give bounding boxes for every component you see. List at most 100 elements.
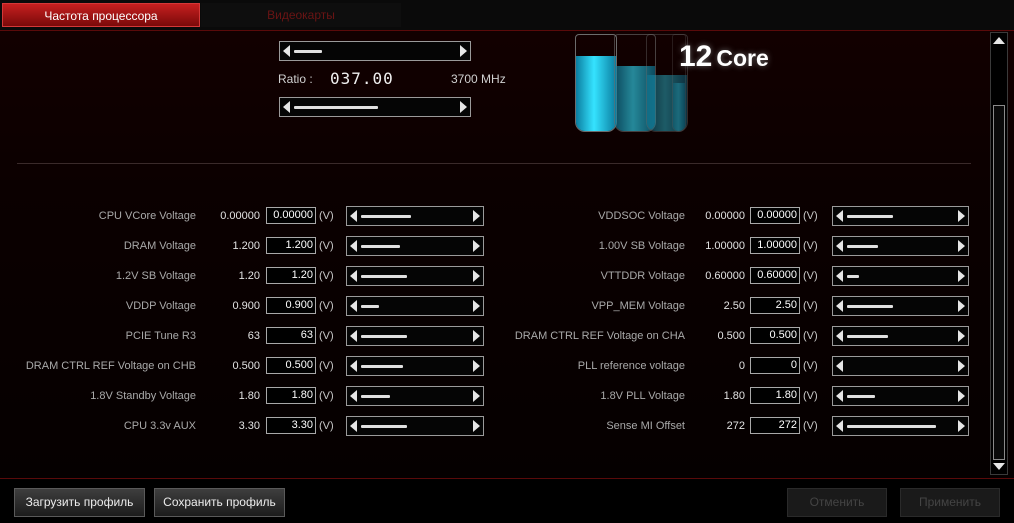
slider-right-arrow-icon[interactable] xyxy=(473,390,480,402)
core-count-word: Core xyxy=(716,45,769,71)
apply-button[interactable]: Применить xyxy=(900,488,1000,517)
slider-right-arrow-icon[interactable] xyxy=(473,240,480,252)
param-input[interactable]: 0.60000 xyxy=(750,267,800,284)
cancel-button[interactable]: Отменить xyxy=(787,488,887,517)
param-input[interactable]: 1.20 xyxy=(266,267,316,284)
slider-left-arrow-icon[interactable] xyxy=(350,420,357,432)
param-current-value: 1.20 xyxy=(238,270,260,282)
param-unit: (V) xyxy=(803,240,818,252)
slider-right-arrow-icon[interactable] xyxy=(958,390,965,402)
slider-left-arrow-icon[interactable] xyxy=(350,210,357,222)
slider-left-arrow-icon[interactable] xyxy=(836,360,843,372)
param-slider[interactable] xyxy=(832,356,969,376)
frequency-readout: 3700 MHz xyxy=(451,72,506,86)
param-input[interactable]: 0.500 xyxy=(266,357,316,374)
param-input[interactable]: 1.200 xyxy=(266,237,316,254)
param-slider[interactable] xyxy=(832,296,969,316)
param-unit: (V) xyxy=(319,330,334,342)
param-slider[interactable] xyxy=(346,296,484,316)
param-label: 1.00V SB Voltage xyxy=(598,240,685,252)
scroll-up-icon[interactable] xyxy=(993,37,1005,44)
ratio-slider-bottom[interactable] xyxy=(279,97,471,117)
slider-fill xyxy=(361,245,400,248)
slider-left-arrow-icon[interactable] xyxy=(350,270,357,282)
slider-left-arrow-icon[interactable] xyxy=(283,45,290,57)
slider-right-arrow-icon[interactable] xyxy=(958,360,965,372)
param-label: DRAM CTRL REF Voltage on CHB xyxy=(25,360,196,372)
param-input[interactable]: 0 xyxy=(750,357,800,374)
slider-right-arrow-icon[interactable] xyxy=(460,45,467,57)
slider-left-arrow-icon[interactable] xyxy=(350,240,357,252)
param-input[interactable]: 2.50 xyxy=(750,297,800,314)
slider-left-arrow-icon[interactable] xyxy=(836,330,843,342)
param-label: PCIE Tune R3 xyxy=(125,330,196,342)
ratio-slider-top[interactable] xyxy=(279,41,471,61)
param-slider[interactable] xyxy=(346,206,484,226)
slider-left-arrow-icon[interactable] xyxy=(836,390,843,402)
slider-right-arrow-icon[interactable] xyxy=(473,300,480,312)
slider-right-arrow-icon[interactable] xyxy=(958,330,965,342)
scroll-thumb[interactable] xyxy=(993,105,1005,460)
slider-right-arrow-icon[interactable] xyxy=(473,330,480,342)
param-unit: (V) xyxy=(803,210,818,222)
slider-left-arrow-icon[interactable] xyxy=(350,300,357,312)
param-unit: (V) xyxy=(803,360,818,372)
slider-left-arrow-icon[interactable] xyxy=(350,360,357,372)
slider-left-arrow-icon[interactable] xyxy=(350,330,357,342)
param-slider[interactable] xyxy=(832,326,969,346)
slider-left-arrow-icon[interactable] xyxy=(836,210,843,222)
slider-right-arrow-icon[interactable] xyxy=(473,210,480,222)
param-slider[interactable] xyxy=(346,266,484,286)
param-label: PLL reference voltage xyxy=(577,360,685,372)
param-input[interactable]: 0.00000 xyxy=(266,207,316,224)
param-unit: (V) xyxy=(319,420,334,432)
param-slider[interactable] xyxy=(832,236,969,256)
slider-fill xyxy=(847,395,875,398)
param-label: DRAM CTRL REF Voltage on CHA xyxy=(514,330,685,342)
slider-left-arrow-icon[interactable] xyxy=(836,240,843,252)
slider-left-arrow-icon[interactable] xyxy=(283,101,290,113)
slider-right-arrow-icon[interactable] xyxy=(473,360,480,372)
param-slider[interactable] xyxy=(346,386,484,406)
param-input[interactable]: 1.00000 xyxy=(750,237,800,254)
param-slider[interactable] xyxy=(832,386,969,406)
param-slider[interactable] xyxy=(832,206,969,226)
slider-right-arrow-icon[interactable] xyxy=(473,420,480,432)
param-slider[interactable] xyxy=(346,236,484,256)
slider-right-arrow-icon[interactable] xyxy=(958,270,965,282)
vertical-scrollbar[interactable] xyxy=(990,32,1008,475)
param-input[interactable]: 1.80 xyxy=(266,387,316,404)
slider-right-arrow-icon[interactable] xyxy=(460,101,467,113)
slider-left-arrow-icon[interactable] xyxy=(350,390,357,402)
param-input[interactable]: 3.30 xyxy=(266,417,316,434)
param-input[interactable]: 0.00000 xyxy=(750,207,800,224)
param-current-value: 1.00000 xyxy=(705,240,745,252)
param-input[interactable]: 1.80 xyxy=(750,387,800,404)
param-slider[interactable] xyxy=(832,266,969,286)
param-unit: (V) xyxy=(803,330,818,342)
slider-left-arrow-icon[interactable] xyxy=(836,300,843,312)
slider-left-arrow-icon[interactable] xyxy=(836,270,843,282)
param-current-value: 0.900 xyxy=(232,300,260,312)
param-slider[interactable] xyxy=(346,326,484,346)
slider-right-arrow-icon[interactable] xyxy=(958,240,965,252)
param-current-value: 0.00000 xyxy=(220,210,260,222)
scroll-down-icon[interactable] xyxy=(993,463,1005,470)
slider-fill xyxy=(847,335,888,338)
tab-cpu-frequency[interactable]: Частота процессора xyxy=(2,3,200,27)
tab-graphics-cards[interactable]: Видеокарты xyxy=(201,3,401,27)
param-input[interactable]: 0.900 xyxy=(266,297,316,314)
slider-right-arrow-icon[interactable] xyxy=(958,210,965,222)
param-input[interactable]: 272 xyxy=(750,417,800,434)
param-slider[interactable] xyxy=(346,356,484,376)
param-slider[interactable] xyxy=(832,416,969,436)
load-profile-button[interactable]: Загрузить профиль xyxy=(14,488,145,517)
param-input[interactable]: 63 xyxy=(266,327,316,344)
param-input[interactable]: 0.500 xyxy=(750,327,800,344)
slider-right-arrow-icon[interactable] xyxy=(958,300,965,312)
slider-right-arrow-icon[interactable] xyxy=(473,270,480,282)
param-slider[interactable] xyxy=(346,416,484,436)
save-profile-button[interactable]: Сохранить профиль xyxy=(154,488,285,517)
slider-left-arrow-icon[interactable] xyxy=(836,420,843,432)
slider-right-arrow-icon[interactable] xyxy=(958,420,965,432)
